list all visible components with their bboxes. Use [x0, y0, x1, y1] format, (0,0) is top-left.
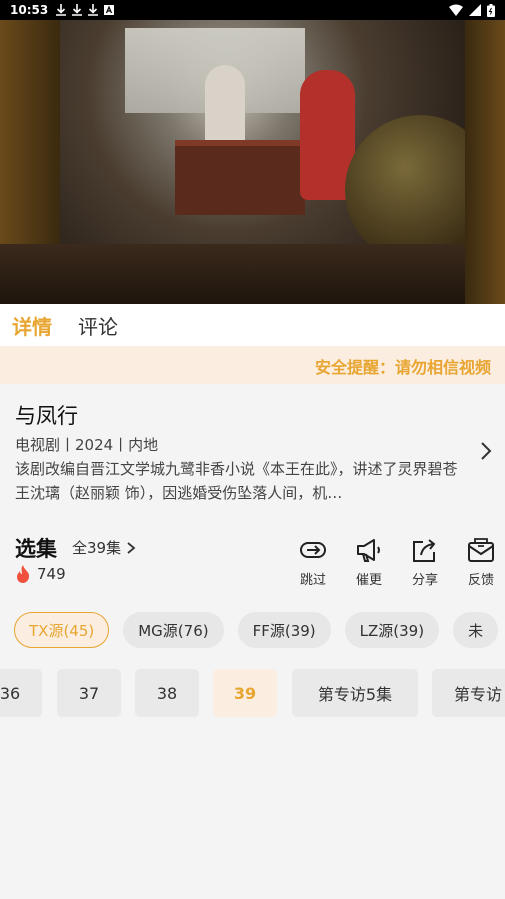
episodes-header: 选集 全39集 749 跳过 催更 分享 反馈 [0, 525, 505, 595]
episode-button[interactable]: 36 [0, 669, 42, 717]
share-button[interactable]: 分享 [397, 537, 453, 588]
megaphone-icon [357, 539, 380, 562]
signal-icon [469, 4, 481, 16]
wifi-icon [449, 4, 463, 16]
status-bar: 10:53 [0, 0, 505, 20]
download-icon [56, 4, 67, 16]
popularity-count: 749 [37, 565, 66, 583]
status-time: 10:53 [10, 3, 49, 17]
skip-button[interactable]: 跳过 [285, 537, 341, 588]
all-episodes-link[interactable]: 全39集 [72, 537, 137, 558]
source-selector: TX源(45) MG源(76) FF源(39) LZ源(39) 未 [14, 612, 505, 648]
episode-button[interactable]: 39 [213, 669, 277, 717]
source-chip[interactable]: LZ源(39) [344, 612, 440, 648]
episode-button[interactable]: 第专访5集 [292, 669, 418, 717]
video-frame-floor [0, 244, 505, 304]
show-description: 该剧改编自晋江文学城九鹭非香小说《本王在此》，讲述了灵界碧苍王沈璃（赵丽颖 饰）… [15, 460, 458, 502]
episode-list: 36 37 38 39 第专访5集 第专访 [0, 669, 505, 717]
urge-update-label: 催更 [355, 573, 382, 588]
tab-bar: 详情 评论 [0, 304, 505, 346]
all-episodes-label: 全39集 [72, 539, 122, 557]
urge-update-button[interactable]: 催更 [341, 537, 397, 588]
share-icon [413, 539, 436, 562]
safety-notice-text: 安全提醒：请勿相信视频 [315, 358, 492, 377]
skip-label: 跳过 [299, 573, 326, 588]
show-title: 与凤行 [15, 404, 78, 428]
chevron-right-icon[interactable] [478, 440, 494, 462]
safety-notice-banner: 安全提醒：请勿相信视频 [0, 346, 505, 384]
source-chip[interactable]: MG源(76) [123, 612, 224, 648]
episodes-title: 选集 [15, 537, 57, 561]
source-chip[interactable]: TX源(45) [14, 612, 110, 648]
show-info[interactable]: 与凤行 电视剧丨2024丨内地 该剧改编自晋江文学城九鹭非香小说《本王在此》，讲… [0, 384, 505, 514]
episode-button[interactable]: 第专访 [432, 669, 505, 717]
download-icon [72, 4, 83, 16]
feedback-label: 反馈 [467, 573, 494, 588]
share-label: 分享 [411, 573, 438, 588]
fire-icon [17, 565, 30, 583]
video-frame-table [175, 140, 305, 215]
popularity: 749 [15, 565, 66, 583]
episode-button[interactable]: 38 [135, 669, 199, 717]
video-player[interactable] [0, 20, 505, 304]
a-icon [104, 5, 115, 15]
video-frame-decoration [465, 20, 505, 304]
skip-icon [300, 542, 326, 558]
show-meta: 电视剧丨2024丨内地 [15, 436, 159, 454]
tab-details[interactable]: 详情 [12, 311, 52, 340]
feedback-button[interactable]: 反馈 [453, 537, 505, 588]
source-chip[interactable]: FF源(39) [237, 612, 331, 648]
action-bar: 跳过 催更 分享 反馈 [285, 537, 505, 588]
download-icon [88, 4, 99, 16]
source-chip[interactable]: 未 [453, 612, 499, 648]
feedback-icon [468, 538, 494, 562]
episode-button[interactable]: 37 [57, 669, 121, 717]
battery-icon [487, 3, 495, 17]
tab-comments[interactable]: 评论 [78, 311, 118, 340]
chevron-right-icon [127, 541, 136, 554]
